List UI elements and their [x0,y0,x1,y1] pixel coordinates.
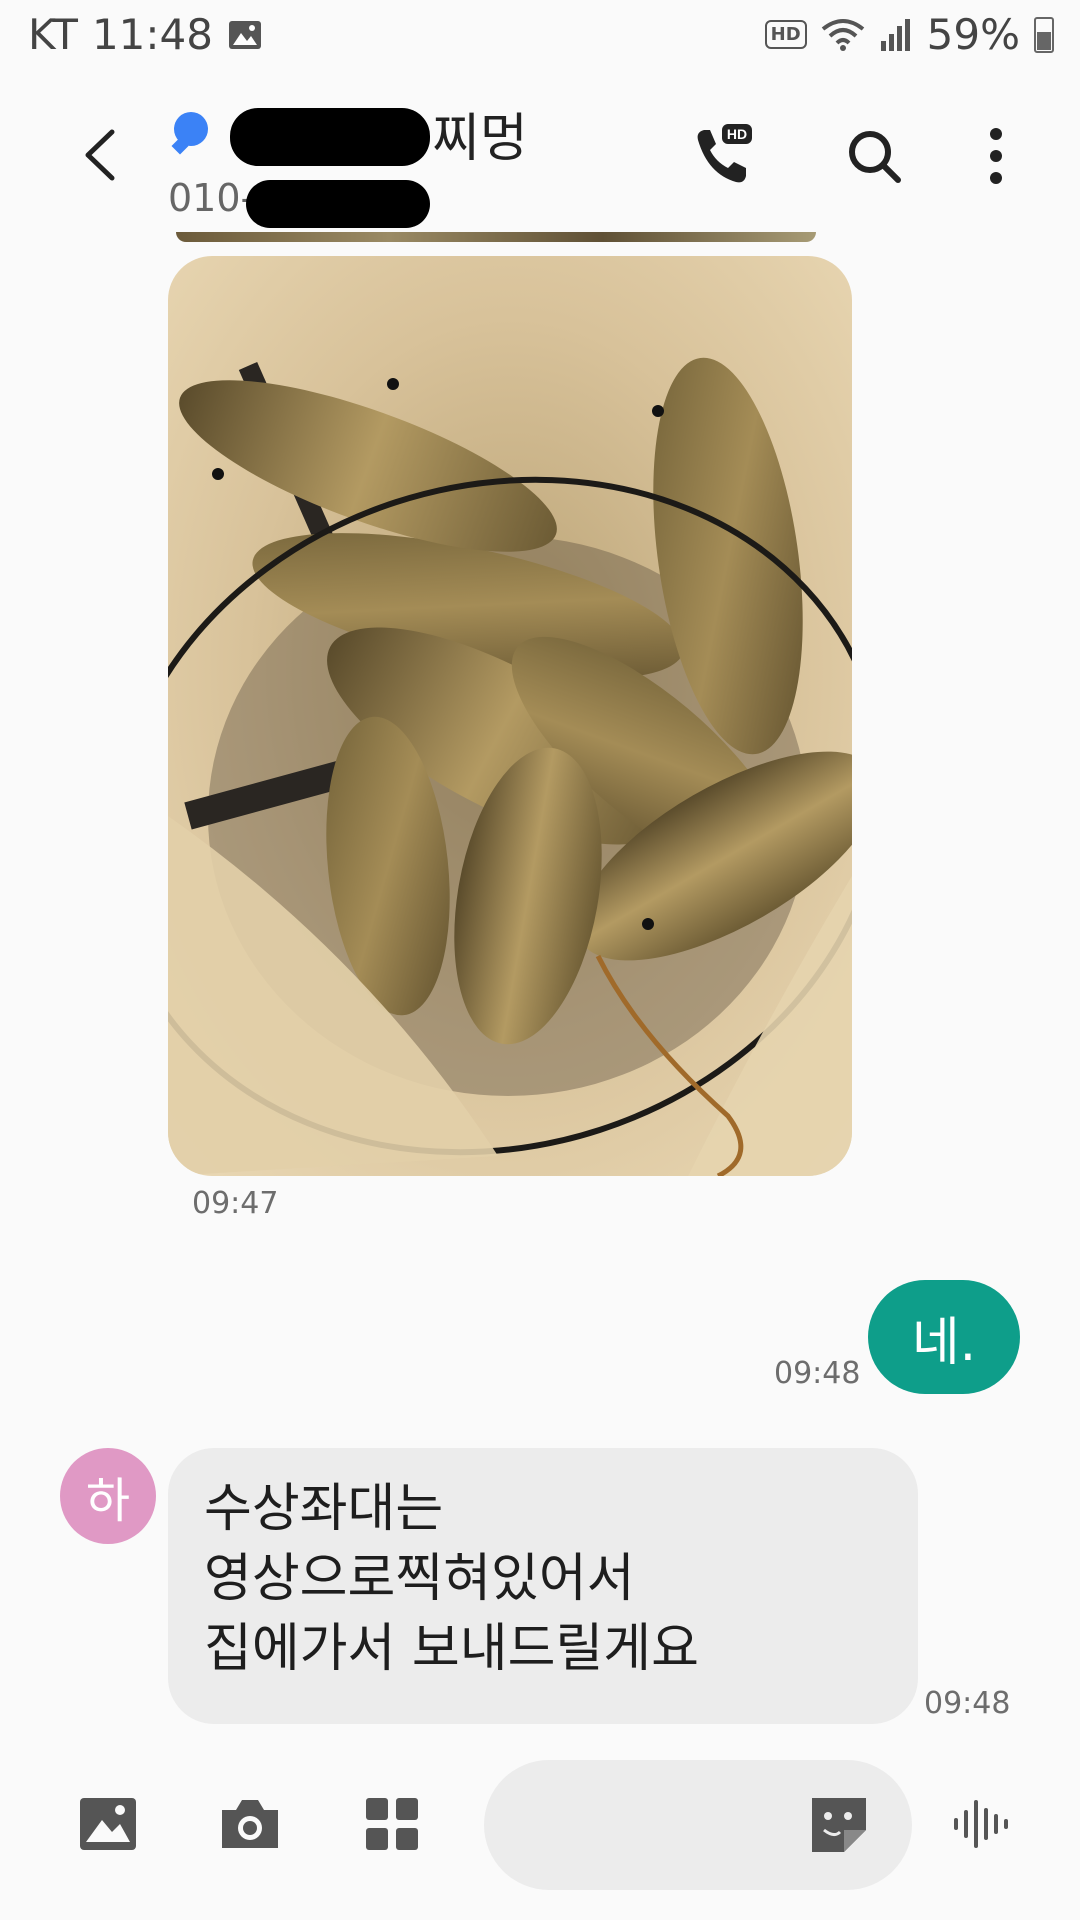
conversation-header: 찌멍 010- HD [0,76,1080,236]
incoming-message-bubble[interactable]: 수상좌대는 영상으로찍혀있어서 집에가서 보내드릴게요 [168,1448,918,1724]
apps-grid-icon[interactable] [356,1788,428,1860]
photo-image [168,256,852,1176]
message-composer [0,1752,1080,1920]
redaction-mark [246,180,430,228]
back-arrow-icon[interactable] [66,120,136,190]
search-icon[interactable] [838,120,910,192]
contact-avatar[interactable]: 하 [60,1448,156,1544]
battery-icon [1034,16,1054,53]
voice-record-icon[interactable] [944,1788,1016,1860]
more-options-icon[interactable] [960,120,1032,192]
signal-icon [880,18,910,51]
chat-presence-icon [174,112,208,146]
message-timestamp: 09:48 [774,1356,861,1391]
message-timestamp: 09:48 [924,1686,1011,1721]
message-line: 집에가서 보내드릴게요 [204,1619,699,1679]
redaction-mark [230,108,430,166]
status-bar: KT 11:48 HD 59% [0,0,1080,72]
hd-call-icon[interactable]: HD [684,120,756,192]
message-line: 수상좌대는 [204,1479,444,1539]
hd-call-badge: HD [727,126,747,142]
sticker-icon[interactable] [804,1790,874,1860]
contact-name[interactable]: 찌멍 [432,96,528,171]
gallery-notification-icon [228,20,261,49]
message-timestamp: 09:47 [192,1186,279,1221]
wifi-icon [821,18,864,51]
clock: 11:48 [91,10,213,59]
carrier: KT [28,10,78,59]
battery-percent: 59% [926,10,1020,59]
message-line: 영상으로찍혀있어서 [204,1549,635,1609]
previous-photo-edge [176,232,816,242]
message-input[interactable] [484,1760,912,1890]
hd-voice-badge: HD [764,20,807,49]
outgoing-message-bubble[interactable]: 네. [868,1280,1020,1394]
fish-photo-message[interactable] [168,256,852,1176]
gallery-icon[interactable] [72,1788,144,1860]
contact-number: 010- [168,176,255,220]
camera-icon[interactable] [214,1788,286,1860]
